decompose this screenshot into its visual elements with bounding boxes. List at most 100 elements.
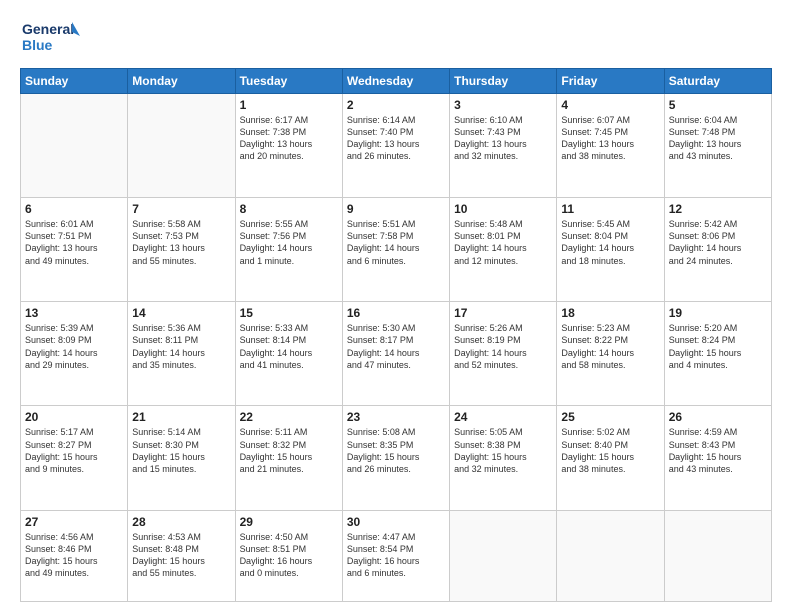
day-number: 6 xyxy=(25,202,123,216)
col-friday: Friday xyxy=(557,69,664,94)
logo-svg: General Blue xyxy=(20,16,80,60)
table-row: 29Sunrise: 4:50 AMSunset: 8:51 PMDayligh… xyxy=(235,510,342,602)
day-number: 27 xyxy=(25,515,123,529)
table-row: 10 Sunrise: 5:48 AMSunset: 8:01 PMDayligh… xyxy=(450,198,557,302)
table-row: 22 Sunrise: 5:11 AMSunset: 8:32 PMDayligh… xyxy=(235,406,342,510)
col-monday: Monday xyxy=(128,69,235,94)
day-number: 9 xyxy=(347,202,445,216)
day-number: 26 xyxy=(669,410,767,424)
header: General Blue xyxy=(20,16,772,60)
day-info: Sunrise: 4:53 AMSunset: 8:48 PMDaylight:… xyxy=(132,531,230,580)
table-row: 16 Sunrise: 5:30 AMSunset: 8:17 PMDayligh… xyxy=(342,302,449,406)
table-row: 27 Sunrise: 4:56 AMSunset: 8:46 PMDayligh… xyxy=(21,510,128,602)
col-thursday: Thursday xyxy=(450,69,557,94)
col-sunday: Sunday xyxy=(21,69,128,94)
day-number: 20 xyxy=(25,410,123,424)
table-row: 19 Sunrise: 5:20 AMSunset: 8:24 PMDayligh… xyxy=(664,302,771,406)
day-number: 7 xyxy=(132,202,230,216)
day-info: Sunrise: 5:42 AMSunset: 8:06 PMDaylight:… xyxy=(669,218,767,267)
table-row: 25 Sunrise: 5:02 AMSunset: 8:40 PMDayligh… xyxy=(557,406,664,510)
table-row: 15Sunrise: 5:33 AMSunset: 8:14 PMDayligh… xyxy=(235,302,342,406)
day-number: 17 xyxy=(454,306,552,320)
day-number: 2 xyxy=(347,98,445,112)
logo: General Blue xyxy=(20,16,80,60)
day-info: Sunrise: 6:10 AMSunset: 7:43 PMDaylight:… xyxy=(454,114,552,163)
table-row: 2 Sunrise: 6:14 AMSunset: 7:40 PMDaylight… xyxy=(342,94,449,198)
day-info: Sunrise: 5:30 AMSunset: 8:17 PMDaylight:… xyxy=(347,322,445,371)
table-row: 23 Sunrise: 5:08 AMSunset: 8:35 PMDayligh… xyxy=(342,406,449,510)
day-info: Sunrise: 4:47 AMSunset: 8:54 PMDaylight:… xyxy=(347,531,445,580)
table-row xyxy=(21,94,128,198)
day-info: Sunrise: 5:51 AMSunset: 7:58 PMDaylight:… xyxy=(347,218,445,267)
table-row: 28 Sunrise: 4:53 AMSunset: 8:48 PMDayligh… xyxy=(128,510,235,602)
table-row xyxy=(128,94,235,198)
day-info: Sunrise: 5:08 AMSunset: 8:35 PMDaylight:… xyxy=(347,426,445,475)
day-number: 22 xyxy=(240,410,338,424)
day-number: 8 xyxy=(240,202,338,216)
day-info: Sunrise: 5:26 AMSunset: 8:19 PMDaylight:… xyxy=(454,322,552,371)
table-row: 13 Sunrise: 5:39 AMSunset: 8:09 PMDayligh… xyxy=(21,302,128,406)
table-row: 1Sunrise: 6:17 AMSunset: 7:38 PMDaylight… xyxy=(235,94,342,198)
table-row: 6 Sunrise: 6:01 AMSunset: 7:51 PMDaylight… xyxy=(21,198,128,302)
day-number: 14 xyxy=(132,306,230,320)
day-number: 29 xyxy=(240,515,338,529)
day-number: 19 xyxy=(669,306,767,320)
day-info: Sunrise: 6:17 AMSunset: 7:38 PMDaylight:… xyxy=(240,114,338,163)
table-row: 12 Sunrise: 5:42 AMSunset: 8:06 PMDayligh… xyxy=(664,198,771,302)
day-number: 18 xyxy=(561,306,659,320)
table-row xyxy=(450,510,557,602)
day-info: Sunrise: 4:56 AMSunset: 8:46 PMDaylight:… xyxy=(25,531,123,580)
day-info: Sunrise: 5:45 AMSunset: 8:04 PMDaylight:… xyxy=(561,218,659,267)
svg-text:Blue: Blue xyxy=(22,37,53,53)
day-number: 16 xyxy=(347,306,445,320)
table-row: 24 Sunrise: 5:05 AMSunset: 8:38 PMDayligh… xyxy=(450,406,557,510)
calendar-table: Sunday Monday Tuesday Wednesday Thursday… xyxy=(20,68,772,602)
svg-text:General: General xyxy=(22,21,74,37)
day-info: Sunrise: 5:20 AMSunset: 8:24 PMDaylight:… xyxy=(669,322,767,371)
day-number: 23 xyxy=(347,410,445,424)
day-number: 10 xyxy=(454,202,552,216)
day-info: Sunrise: 5:05 AMSunset: 8:38 PMDaylight:… xyxy=(454,426,552,475)
day-number: 5 xyxy=(669,98,767,112)
col-wednesday: Wednesday xyxy=(342,69,449,94)
day-info: Sunrise: 5:33 AMSunset: 8:14 PMDaylight:… xyxy=(240,322,338,371)
table-row xyxy=(557,510,664,602)
day-number: 21 xyxy=(132,410,230,424)
day-info: Sunrise: 6:01 AMSunset: 7:51 PMDaylight:… xyxy=(25,218,123,267)
table-row: 4 Sunrise: 6:07 AMSunset: 7:45 PMDaylight… xyxy=(557,94,664,198)
day-info: Sunrise: 5:58 AMSunset: 7:53 PMDaylight:… xyxy=(132,218,230,267)
table-row: 18 Sunrise: 5:23 AMSunset: 8:22 PMDayligh… xyxy=(557,302,664,406)
day-info: Sunrise: 5:39 AMSunset: 8:09 PMDaylight:… xyxy=(25,322,123,371)
day-number: 25 xyxy=(561,410,659,424)
day-number: 24 xyxy=(454,410,552,424)
day-info: Sunrise: 5:48 AMSunset: 8:01 PMDaylight:… xyxy=(454,218,552,267)
day-info: Sunrise: 5:11 AMSunset: 8:32 PMDaylight:… xyxy=(240,426,338,475)
day-info: Sunrise: 5:36 AMSunset: 8:11 PMDaylight:… xyxy=(132,322,230,371)
day-info: Sunrise: 6:04 AMSunset: 7:48 PMDaylight:… xyxy=(669,114,767,163)
table-row: 30 Sunrise: 4:47 AMSunset: 8:54 PMDayligh… xyxy=(342,510,449,602)
day-info: Sunrise: 5:14 AMSunset: 8:30 PMDaylight:… xyxy=(132,426,230,475)
day-info: Sunrise: 6:14 AMSunset: 7:40 PMDaylight:… xyxy=(347,114,445,163)
day-number: 30 xyxy=(347,515,445,529)
day-number: 12 xyxy=(669,202,767,216)
table-row: 5 Sunrise: 6:04 AMSunset: 7:48 PMDaylight… xyxy=(664,94,771,198)
calendar-header-row: Sunday Monday Tuesday Wednesday Thursday… xyxy=(21,69,772,94)
day-number: 11 xyxy=(561,202,659,216)
day-info: Sunrise: 5:23 AMSunset: 8:22 PMDaylight:… xyxy=(561,322,659,371)
day-number: 13 xyxy=(25,306,123,320)
table-row: 3Sunrise: 6:10 AMSunset: 7:43 PMDaylight… xyxy=(450,94,557,198)
day-number: 28 xyxy=(132,515,230,529)
table-row: 20 Sunrise: 5:17 AMSunset: 8:27 PMDayligh… xyxy=(21,406,128,510)
day-info: Sunrise: 5:02 AMSunset: 8:40 PMDaylight:… xyxy=(561,426,659,475)
table-row: 21 Sunrise: 5:14 AMSunset: 8:30 PMDayligh… xyxy=(128,406,235,510)
table-row: 8Sunrise: 5:55 AMSunset: 7:56 PMDaylight… xyxy=(235,198,342,302)
table-row: 7 Sunrise: 5:58 AMSunset: 7:53 PMDaylight… xyxy=(128,198,235,302)
day-number: 4 xyxy=(561,98,659,112)
day-info: Sunrise: 4:59 AMSunset: 8:43 PMDaylight:… xyxy=(669,426,767,475)
table-row: 17 Sunrise: 5:26 AMSunset: 8:19 PMDayligh… xyxy=(450,302,557,406)
table-row: 14 Sunrise: 5:36 AMSunset: 8:11 PMDayligh… xyxy=(128,302,235,406)
col-saturday: Saturday xyxy=(664,69,771,94)
day-info: Sunrise: 5:17 AMSunset: 8:27 PMDaylight:… xyxy=(25,426,123,475)
day-info: Sunrise: 6:07 AMSunset: 7:45 PMDaylight:… xyxy=(561,114,659,163)
table-row: 11 Sunrise: 5:45 AMSunset: 8:04 PMDayligh… xyxy=(557,198,664,302)
